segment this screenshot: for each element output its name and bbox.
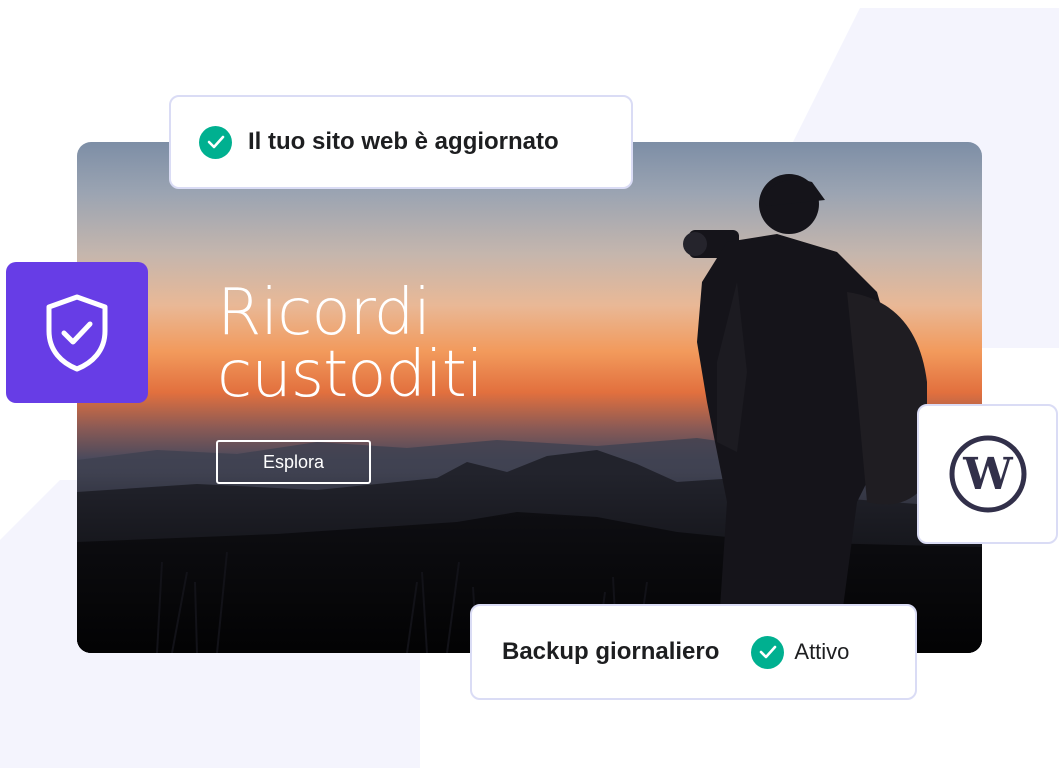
- hero-title: Ricordi custoditi: [217, 276, 484, 412]
- check-circle-icon: [199, 125, 232, 159]
- backup-status-card: Backup giornaliero Attivo: [470, 604, 917, 700]
- svg-text:W: W: [962, 449, 1013, 500]
- backup-status: Attivo: [751, 635, 850, 669]
- wordpress-icon: W: [949, 435, 1026, 513]
- hero-landscape-image: [77, 174, 982, 653]
- hero-title-line-1: Ricordi: [217, 276, 431, 350]
- security-tile: [6, 262, 148, 403]
- update-status-card: Il tuo sito web è aggiornato: [169, 95, 633, 189]
- check-circle-icon: [751, 635, 785, 669]
- shield-check-icon: [46, 294, 108, 371]
- backup-label: Backup giornaliero: [502, 638, 720, 665]
- explore-button[interactable]: Esplora: [216, 440, 371, 484]
- hero-banner: Ricordi custoditi Esplora: [77, 142, 982, 653]
- backup-status-text: Attivo: [794, 639, 850, 664]
- wordpress-tile: W: [917, 404, 1058, 544]
- hero-title-line-2: custoditi: [217, 338, 484, 412]
- update-status-text: Il tuo sito web è aggiornato: [248, 128, 559, 155]
